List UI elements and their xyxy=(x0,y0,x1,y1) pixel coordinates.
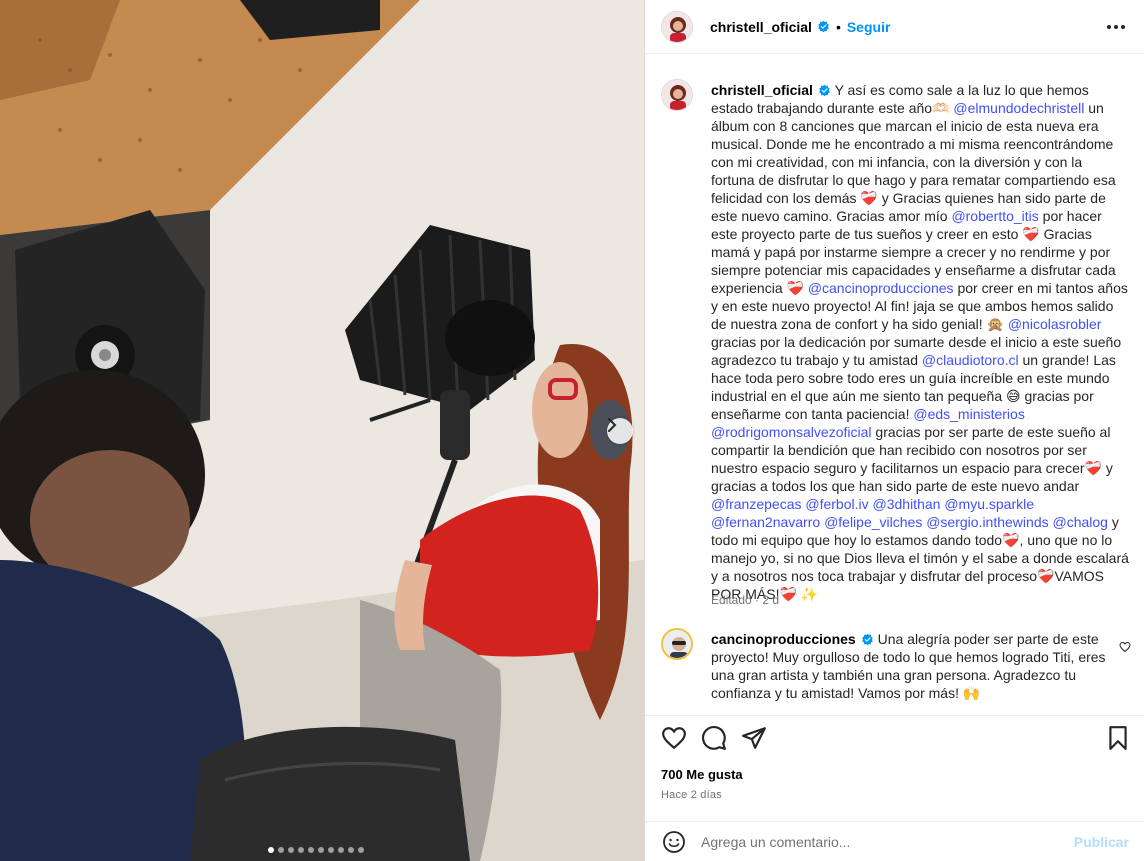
mention-link[interactable]: @robertto_itis xyxy=(951,208,1038,224)
username-link[interactable]: christell_oficial xyxy=(710,19,812,35)
post-time: Hace 2 días xyxy=(661,789,722,801)
post-header: christell_oficial • Seguir xyxy=(645,0,1144,54)
carousel-dot xyxy=(328,847,334,853)
mention-link[interactable]: @franzepecas xyxy=(711,496,801,512)
verified-icon xyxy=(818,20,829,33)
verified-icon xyxy=(819,84,830,97)
caption-body: Y así es como sale a la luz lo que hemos… xyxy=(711,82,1129,602)
avatar-image xyxy=(662,11,692,42)
comment-avatar[interactable] xyxy=(661,628,693,660)
comment-username[interactable]: cancinoproducciones xyxy=(711,631,856,647)
carousel-dot xyxy=(288,847,294,853)
carousel-dot xyxy=(268,847,274,853)
comment-composer: Publicar xyxy=(645,821,1144,861)
publish-button[interactable]: Publicar xyxy=(1074,834,1129,850)
heart-icon[interactable] xyxy=(1119,641,1131,653)
carousel-dot xyxy=(358,847,364,853)
verified-icon xyxy=(862,633,873,646)
avatar[interactable] xyxy=(661,10,693,43)
mention-link[interactable]: @ferbol.iv xyxy=(805,496,868,512)
post-side-panel: christell_oficial • Seguir christell_ofi… xyxy=(644,0,1144,861)
mention-link[interactable]: @myu.sparkle xyxy=(944,496,1034,512)
more-icon[interactable] xyxy=(1105,18,1127,36)
mention-link[interactable]: @3dhithan xyxy=(873,496,941,512)
caption-avatar[interactable] xyxy=(661,79,693,111)
carousel-dot xyxy=(308,847,314,853)
avatar-image xyxy=(663,630,691,658)
likes-count[interactable]: 700 Me gusta xyxy=(661,767,743,782)
comment-icon[interactable] xyxy=(701,725,727,751)
studio-photo-illustration xyxy=(0,0,644,861)
caption-username[interactable]: christell_oficial xyxy=(711,82,813,98)
follow-button[interactable]: Seguir xyxy=(847,19,891,35)
caption-text-segment: un álbum con 8 canciones que marcan el i… xyxy=(711,100,1116,224)
mention-link[interactable]: @cancinoproducciones xyxy=(808,280,954,296)
action-bar xyxy=(645,715,1144,761)
mention-link[interactable]: @sergio.inthewinds xyxy=(926,514,1048,530)
caption-text: christell_oficial Y así es como sale a l… xyxy=(711,81,1129,603)
carousel-next-button[interactable] xyxy=(607,418,633,444)
mention-link[interactable]: @felipe_vilches xyxy=(824,514,922,530)
carousel-dot xyxy=(278,847,284,853)
chevron-right-icon xyxy=(608,418,617,432)
mention-link[interactable]: @chalog xyxy=(1053,514,1108,530)
mention-link[interactable]: @rodrigomonsalvezoficial xyxy=(711,424,872,440)
carousel-dot xyxy=(348,847,354,853)
mention-link[interactable]: @fernan2navarro xyxy=(711,514,820,530)
carousel-dot xyxy=(298,847,304,853)
emoji-icon[interactable] xyxy=(662,830,686,854)
mention-link[interactable]: @elmundodechristell xyxy=(953,100,1084,116)
bookmark-icon[interactable] xyxy=(1105,725,1131,751)
mention-link[interactable]: @nicolasrobler xyxy=(1008,316,1102,332)
comments-scroll-area[interactable]: christell_oficial Y así es como sale a l… xyxy=(645,55,1144,715)
comment-text: cancinoproducciones Una alegría poder se… xyxy=(711,630,1115,702)
header-separator: • xyxy=(835,18,841,35)
share-icon[interactable] xyxy=(741,725,767,751)
avatar-image xyxy=(662,80,692,110)
post-photo xyxy=(0,0,644,861)
carousel-indicator xyxy=(268,847,364,853)
heart-icon[interactable] xyxy=(661,725,687,751)
caption-meta: Editado · 2 d xyxy=(711,593,780,607)
carousel-dot xyxy=(318,847,324,853)
mention-link[interactable]: @eds_ministerios xyxy=(913,406,1024,422)
carousel-dot xyxy=(338,847,344,853)
comment-input[interactable] xyxy=(701,832,1061,852)
mention-link[interactable]: @claudiotoro.cl xyxy=(922,352,1019,368)
